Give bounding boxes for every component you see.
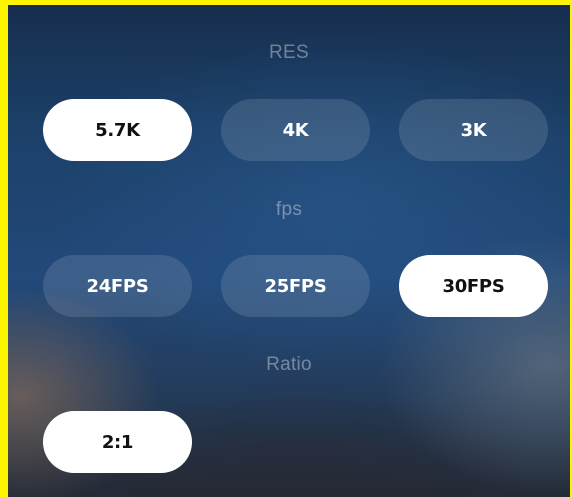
fps-option-30[interactable]: 30FPS [399,255,548,317]
res-option-4k[interactable]: 4K [221,99,370,161]
camera-settings-panel: RES 5.7K 4K 3K fps 24FPS 25FPS 30FPS Rat… [8,5,570,497]
ratio-option-2-1[interactable]: 2:1 [43,411,192,473]
res-section-title: RES [269,42,309,63]
res-option-3k[interactable]: 3K [399,99,548,161]
res-option-5-7k[interactable]: 5.7K [43,99,192,161]
fps-option-24[interactable]: 24FPS [43,255,192,317]
ratio-section-title: Ratio [266,354,312,375]
fps-section-title: fps [275,199,303,220]
fps-option-25[interactable]: 25FPS [221,255,370,317]
